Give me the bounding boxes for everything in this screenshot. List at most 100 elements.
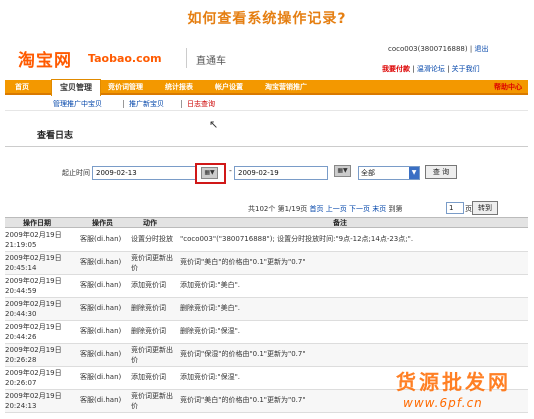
nav-home[interactable]: 首页	[15, 80, 29, 95]
table-row: 2009年02月19日 20:44:26 客服(di.han) 删除竞价词 删除竞价词:…	[5, 321, 528, 344]
row-note: 添加竞价词:"保湿".	[180, 373, 241, 381]
row-action: 价	[131, 264, 138, 272]
date-separator: -	[229, 166, 232, 175]
row-action: 竞价词更新出	[131, 346, 173, 354]
user-info: coco003(3800716888) | 退出	[388, 45, 489, 53]
table-header: 操作日期 操作员 动作 备注	[5, 217, 528, 228]
row-operator: 客服(di.han)	[80, 281, 122, 289]
row-note: 添加竞价词:"美白".	[180, 281, 241, 289]
section-title: 查看日志	[37, 131, 74, 141]
row-time: 20:26:07	[5, 379, 37, 387]
row-time: 20:44:30	[5, 310, 37, 318]
sub-nav: 管理推广中宝贝 推广新宝贝 日志查询	[5, 97, 528, 111]
col-operator: 操作员	[92, 219, 113, 227]
nav-keyword-management[interactable]: 竞价词管理	[108, 80, 143, 95]
row-operator: 客服(di.han)	[80, 235, 122, 243]
mouse-cursor-icon: ↖	[209, 118, 219, 131]
row-date: 2009年02月19日	[5, 254, 62, 262]
table-row: 2009年02月19日 20:26:28 客服(di.han) 竞价词更新出价 竞价词"…	[5, 344, 528, 367]
row-time: 20:44:59	[5, 287, 37, 295]
pager-total: 共102个 第1/19页	[248, 205, 308, 213]
subnav-new-item[interactable]: 推广新宝贝	[129, 99, 164, 109]
watermark-text: 货源批发网	[396, 370, 511, 394]
watermark-url: www.6pf.cn	[403, 396, 483, 410]
main-nav: 首页 宝贝管理 竞价词管理 统计报表 帐户设置 淘宝营销推广 帮助中心	[5, 79, 528, 96]
subnav-divider	[181, 100, 182, 108]
row-date: 2009年02月19日	[5, 369, 62, 377]
row-time: 20:24:13	[5, 402, 37, 410]
row-operator: 客服(di.han)	[80, 304, 122, 312]
row-action: 添加竞价词	[131, 373, 166, 381]
row-action: 添加竞价词	[131, 281, 166, 289]
page-number-input[interactable]: 1	[446, 202, 464, 214]
taobao-logo[interactable]: 淘宝网	[18, 46, 72, 71]
subnav-log-query[interactable]: 日志查询	[187, 99, 215, 109]
row-operator: 客服(di.han)	[80, 350, 122, 358]
highlight-box	[195, 163, 226, 184]
start-date-input[interactable]: 2009-02-13	[92, 166, 196, 180]
row-date: 2009年02月19日	[5, 231, 62, 239]
nav-reports[interactable]: 统计报表	[165, 80, 193, 95]
row-date: 2009年02月19日	[5, 300, 62, 308]
help-center-link[interactable]: 帮助中心	[494, 80, 522, 95]
pager-prev[interactable]: 上一页	[326, 205, 347, 213]
nav-account-settings[interactable]: 帐户设置	[215, 80, 243, 95]
pager-next[interactable]: 下一页	[349, 205, 370, 213]
row-date: 2009年02月19日	[5, 346, 62, 354]
top-link-forum[interactable]: 温滑论坛	[417, 65, 445, 73]
query-button[interactable]: 查 询	[425, 165, 457, 179]
taobao-logo-en[interactable]: Taobao.com	[88, 52, 162, 65]
user-name: coco003(3800716888)	[388, 45, 468, 53]
row-action: 设置分时投放	[131, 235, 173, 243]
log-type-select-value: 全部	[361, 169, 375, 177]
log-type-select[interactable]: 全部 ▼	[358, 166, 420, 180]
row-date: 2009年02月19日	[5, 323, 62, 331]
col-date: 操作日期	[23, 219, 51, 227]
row-note: 删除竞价词:"保湿".	[180, 327, 241, 335]
row-note: 竞价词"美白"的价格由"0.1"更新为"0.7"	[180, 258, 306, 266]
row-date: 2009年02月19日	[5, 277, 62, 285]
row-note: "coco003"("3800716888"); 设置分时投放时间:"9点-12…	[180, 235, 414, 243]
row-time: 20:26:28	[5, 356, 37, 364]
row-operator: 客服(di.han)	[80, 373, 122, 381]
top-link-about[interactable]: 关于我们	[452, 65, 480, 73]
section-divider	[5, 146, 528, 147]
pager-last[interactable]: 末页	[372, 205, 386, 213]
product-name: 直通车	[196, 56, 226, 67]
row-action: 价	[131, 356, 138, 364]
row-action: 删除竞价词	[131, 327, 166, 335]
pager-first[interactable]: 首页	[310, 205, 324, 213]
table-row: 2009年02月19日 20:45:14 客服(di.han) 竞价词更新出价 竞价词"…	[5, 252, 528, 275]
row-time: 20:44:26	[5, 333, 37, 341]
subnav-manage-items[interactable]: 管理推广中宝贝	[53, 99, 102, 109]
row-note: 删除竞价词:"美白".	[180, 304, 241, 312]
go-page-button[interactable]: 转到	[472, 201, 498, 215]
row-note: 竞价词"美白"的价格由"0.1"更新为"0.7"	[180, 396, 306, 404]
pagination: 共102个 第1/19页 首页 上一页 下一页 末页 到第	[248, 204, 402, 214]
end-date-calendar-icon[interactable]: ▦▼	[334, 165, 351, 177]
row-operator: 客服(di.han)	[80, 396, 122, 404]
logout-link[interactable]: 退出	[474, 45, 488, 53]
row-time: 21:19:05	[5, 241, 37, 249]
nav-item-management[interactable]: 宝贝管理	[51, 79, 101, 96]
end-date-input[interactable]: 2009-02-19	[234, 166, 328, 180]
top-link-pay[interactable]: 我要付款	[382, 65, 410, 73]
row-action: 价	[131, 402, 138, 410]
pager-page-unit: 页	[465, 205, 472, 213]
row-time: 20:45:14	[5, 264, 37, 272]
row-action: 竞价词更新出	[131, 392, 173, 400]
col-action: 动作	[143, 219, 157, 227]
col-note: 备注	[333, 219, 347, 227]
top-links: 我要付款 | 温滑论坛 | 关于我们	[382, 65, 480, 73]
table-row: 2009年02月19日 20:44:59 客服(di.han) 添加竞价词 添加竞价词:…	[5, 275, 528, 298]
page-question-title: 如何查看系统操作记录?	[187, 11, 347, 27]
subnav-divider	[123, 100, 124, 108]
chevron-down-icon: ▼	[409, 167, 419, 179]
nav-promotion[interactable]: 淘宝营销推广	[265, 80, 307, 95]
row-note: 竞价词"保湿"的价格由"0.1"更新为"0.7"	[180, 350, 306, 358]
row-action: 删除竞价词	[131, 304, 166, 312]
row-operator: 客服(di.han)	[80, 258, 122, 266]
pager-goto-label: 到第	[388, 205, 403, 213]
table-row: 2009年02月19日 21:19:05 客服(di.han) 设置分时投放 "coco…	[5, 229, 528, 252]
date-range-label: 起止时间	[62, 169, 90, 177]
